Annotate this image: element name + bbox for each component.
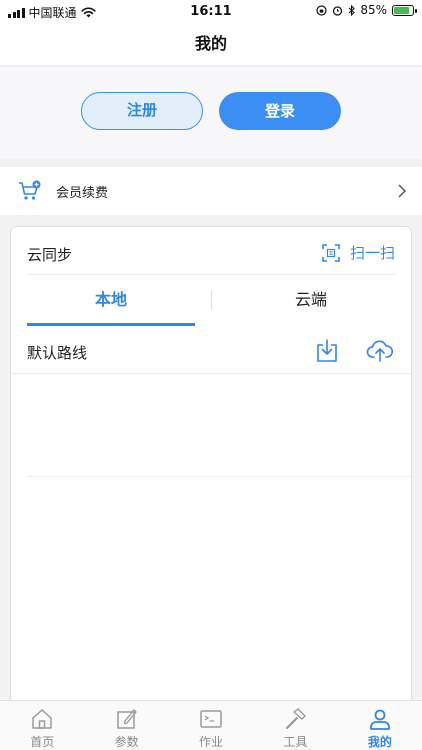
download-icon[interactable]	[316, 339, 338, 363]
tab-params[interactable]: 参数	[84, 701, 168, 750]
orientation-lock-icon	[316, 4, 327, 16]
battery-percent: 85%	[360, 3, 387, 17]
scan-label: 扫一扫	[349, 244, 395, 262]
home-icon	[32, 709, 52, 729]
user-icon	[369, 709, 390, 730]
member-renewal-row[interactable]: 会员续费	[0, 167, 422, 215]
auth-area: 注册 登录	[0, 67, 422, 159]
alarm-icon	[333, 5, 343, 16]
sync-tabs: 本地 云端	[11, 275, 411, 374]
cloud-sync-card: 云同步 扫一扫 本地 云端 默认路线	[10, 226, 412, 706]
scan-icon	[322, 243, 340, 262]
battery-fill	[394, 6, 410, 14]
tab-separator	[211, 291, 212, 309]
bluetooth-icon	[348, 4, 356, 16]
divider	[27, 476, 411, 477]
tab-label: 作业	[199, 735, 224, 749]
register-button[interactable]: 注册	[81, 92, 203, 130]
tab-label: 我的	[367, 735, 392, 749]
status-bar: 中国联通 16:11 85%	[0, 0, 422, 22]
status-right: 85%	[316, 3, 417, 17]
active-tab-indicator	[27, 323, 195, 326]
tab-mine[interactable]: 我的	[338, 701, 422, 750]
tab-home[interactable]: 首页	[0, 701, 84, 750]
cart-plus-icon	[19, 180, 41, 200]
list-item[interactable]: 默认路线	[11, 327, 411, 477]
tab-tools[interactable]: 工具	[253, 701, 337, 750]
hammer-icon	[286, 708, 307, 730]
cloud-upload-icon[interactable]	[366, 340, 394, 362]
bottom-tab-bar: 首页 参数 作业 工具 我的	[0, 700, 422, 750]
terminal-icon	[200, 710, 222, 728]
chevron-right-icon	[398, 184, 406, 198]
member-renewal-label: 会员续费	[56, 186, 109, 201]
tab-label: 工具	[283, 735, 308, 749]
page-title: 我的	[0, 22, 422, 66]
tab-local[interactable]: 本地	[27, 275, 195, 325]
tab-cloud[interactable]: 云端	[227, 275, 395, 325]
battery-icon	[392, 4, 417, 16]
edit-icon	[116, 709, 137, 729]
sync-title: 云同步	[27, 246, 73, 264]
scan-button[interactable]: 扫一扫	[322, 242, 395, 263]
tab-label: 首页	[30, 735, 55, 749]
tab-label: 参数	[114, 735, 139, 749]
tab-jobs[interactable]: 作业	[169, 701, 253, 750]
route-name: 默认路线	[27, 344, 88, 362]
login-button[interactable]: 登录	[219, 92, 341, 130]
